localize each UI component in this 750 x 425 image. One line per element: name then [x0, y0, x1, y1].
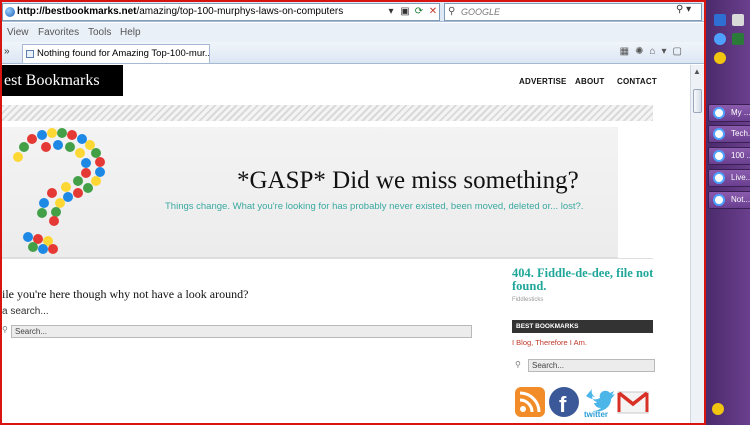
- quicklaunch-desktop-icon[interactable]: [714, 14, 726, 26]
- vertical-scrollbar[interactable]: ▲: [690, 65, 704, 423]
- address-toolbar: http://bestbookmarks.net/amazing/top-100…: [2, 2, 704, 22]
- browser-window-frame: http://bestbookmarks.net/amazing/top-100…: [0, 0, 706, 425]
- question-mark-people-illustration: [13, 128, 105, 254]
- quicklaunch-app-icon[interactable]: [732, 14, 744, 26]
- taskbar-item-2[interactable]: Tech...: [708, 125, 750, 143]
- address-bar[interactable]: http://bestbookmarks.net/amazing/top-100…: [2, 3, 440, 21]
- refresh-icon[interactable]: ⟳: [412, 4, 426, 20]
- search-label: a search...: [2, 306, 49, 317]
- windows-taskbar: My ... Tech... 100 ... Live... Not...: [706, 0, 750, 425]
- menu-bar: View Favorites Tools Help: [2, 23, 704, 42]
- taskbar-item-5[interactable]: Not...: [708, 191, 750, 209]
- ie-icon: [713, 172, 725, 184]
- svg-text:f: f: [559, 392, 567, 417]
- page-icon: [26, 50, 34, 58]
- site-logo[interactable]: est Bookmarks: [2, 65, 123, 96]
- tab-current[interactable]: Nothing found for Amazing Top-100-mur...: [22, 44, 210, 63]
- sidebar-widget-heading: BEST BOOKMARKS: [512, 320, 653, 333]
- favorites-chevron-icon[interactable]: »: [4, 46, 10, 57]
- browser-window: http://bestbookmarks.net/amazing/top-100…: [2, 2, 704, 423]
- search-bar[interactable]: ⚲ GOOGLE: [444, 3, 702, 21]
- url-host: http://bestbookmarks.net: [17, 6, 137, 17]
- rss-icon[interactable]: [514, 386, 546, 418]
- facebook-icon[interactable]: f: [548, 386, 580, 418]
- twitter-label: twitter: [584, 410, 608, 418]
- quicklaunch-ie-icon[interactable]: [714, 33, 726, 45]
- ie-icon: [713, 150, 725, 162]
- menu-tools[interactable]: Tools: [88, 27, 111, 38]
- page-viewport: est Bookmarks ADVERTISE ABOUT CONTACT *G…: [2, 65, 690, 423]
- ie-icon: [713, 194, 725, 206]
- ie-icon: [713, 128, 725, 140]
- search-go-icon[interactable]: ⚲ ▾: [676, 4, 691, 15]
- sidebar-404-title: 404. Fiddle-de-dee, file not found.: [512, 266, 654, 293]
- search-placeholder: GOOGLE: [461, 7, 501, 17]
- sidebar-search-icon: ⚲: [515, 360, 521, 369]
- sidebar-small-text: Fiddlesticks: [512, 297, 544, 303]
- sidebar-link-blog[interactable]: I Blog, Therefore I Am.: [512, 338, 587, 347]
- banner-title: *GASP* Did we miss something?: [237, 167, 579, 194]
- page-globe-icon: [5, 7, 15, 17]
- taskbar-item-3[interactable]: 100 ...: [708, 147, 750, 165]
- quicklaunch-app2-icon[interactable]: [732, 33, 744, 45]
- command-bar-icons[interactable]: ▦✺⌂▾▢: [620, 46, 688, 57]
- scroll-thumb[interactable]: [693, 89, 702, 113]
- nav-about[interactable]: ABOUT: [575, 77, 604, 86]
- menu-favorites[interactable]: Favorites: [38, 27, 79, 38]
- ie-icon: [713, 107, 725, 119]
- sidebar-search-placeholder: Search...: [532, 361, 565, 370]
- look-around-heading: ile you're here though why not have a lo…: [2, 287, 249, 301]
- main-search-input[interactable]: Search...: [11, 325, 472, 338]
- compatibility-view-icon[interactable]: ▣: [398, 4, 412, 20]
- header-divider-stripe: [2, 105, 653, 121]
- sidebar-search-input[interactable]: Search...: [528, 359, 655, 372]
- scroll-up-arrow-icon[interactable]: ▲: [693, 67, 701, 76]
- tray-messenger-icon[interactable]: [712, 403, 724, 415]
- main-search-placeholder: Search...: [15, 327, 48, 336]
- error-banner: *GASP* Did we miss something? Things cha…: [2, 127, 618, 258]
- banner-subtitle: Things change. What you're looking for h…: [165, 201, 584, 212]
- search-provider-icon: ⚲: [448, 6, 456, 17]
- twitter-icon[interactable]: twitter: [582, 386, 616, 418]
- nav-contact[interactable]: CONTACT: [617, 77, 657, 86]
- tab-title: Nothing found for Amazing Top-100-mur...: [37, 48, 210, 59]
- taskbar-item-1[interactable]: My ...: [708, 104, 750, 122]
- menu-help[interactable]: Help: [120, 27, 141, 38]
- search-icon: ⚲: [2, 325, 8, 334]
- address-dropdown-icon[interactable]: ▾: [384, 4, 398, 20]
- gmail-icon[interactable]: [617, 386, 649, 418]
- taskbar-item-4[interactable]: Live...: [708, 169, 750, 187]
- tab-bar: » Nothing found for Amazing Top-100-mur.…: [2, 42, 704, 64]
- url-path: /amazing/top-100-murphys-laws-on-compute…: [136, 6, 344, 17]
- content-divider: [2, 258, 653, 259]
- menu-view[interactable]: View: [7, 27, 29, 38]
- quicklaunch-messenger-icon[interactable]: [714, 52, 726, 64]
- nav-advertise[interactable]: ADVERTISE: [519, 77, 567, 86]
- stop-icon[interactable]: ✕: [426, 4, 440, 20]
